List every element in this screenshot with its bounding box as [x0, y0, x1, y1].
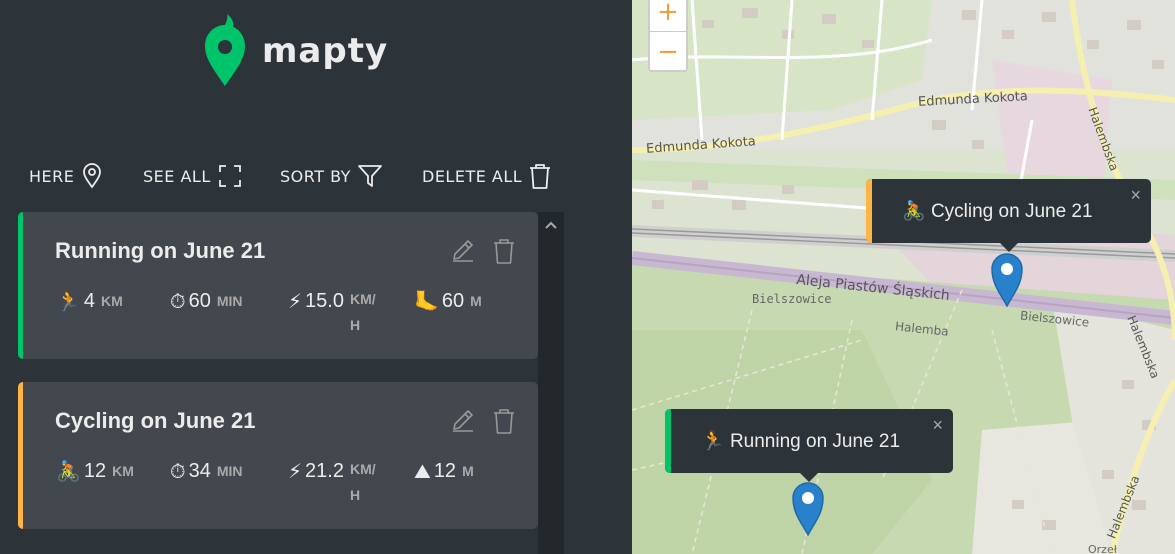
scroll-up-button[interactable]: [538, 212, 564, 238]
workout-controls: HERE SEE ALL SORT BY DELETE ALL: [29, 160, 552, 192]
running-accent-bar: [18, 212, 23, 359]
runner-icon: 🏃: [56, 289, 81, 313]
distance-unit: KM: [101, 293, 123, 309]
cyclist-icon: 🚴: [56, 459, 81, 483]
mountain-icon: ⛰: [414, 459, 431, 483]
zoom-in-button[interactable]: +: [650, 0, 686, 32]
sidebar: mapty HERE SEE ALL SORT BY DELETE ALL Ru…: [0, 0, 632, 554]
workout-card-running[interactable]: Running on June 21 🏃 4 KM ⏱ 60 MIN ⚡ 15.…: [18, 212, 538, 359]
logo: mapty: [204, 14, 388, 88]
close-icon[interactable]: ×: [932, 415, 943, 436]
lightning-icon: ⚡: [288, 459, 303, 483]
speed-value: 21.2: [305, 460, 344, 482]
workout-title: Running on June 21: [55, 238, 266, 263]
popup-tip: [998, 242, 1019, 252]
delete-all-label: DELETE ALL: [422, 166, 523, 186]
foot-icon: 🦶: [414, 289, 439, 313]
app-name: mapty: [262, 31, 389, 71]
distance-unit: KM: [112, 463, 134, 479]
zoom-out-button[interactable]: −: [650, 32, 686, 72]
speed-unit: KM/H: [349, 461, 376, 503]
duration-stat: ⏱ 34 MIN: [170, 456, 288, 508]
duration-value: 60: [188, 290, 211, 312]
elevation-unit: M: [462, 463, 474, 479]
workout-list-scrollbar[interactable]: [538, 212, 564, 554]
trash-icon: [494, 239, 514, 264]
speed-stat: ⚡ 15.0 KM/H: [288, 286, 414, 338]
fullscreen-icon: [218, 165, 241, 187]
popup-text: 🚴 Cycling on June 21: [902, 199, 1093, 223]
cyclist-icon: 🚴: [902, 201, 926, 222]
lightning-icon: ⚡: [288, 289, 303, 313]
map-marker-icon[interactable]: [791, 480, 825, 536]
delete-button[interactable]: [492, 407, 516, 435]
stopwatch-icon: ⏱: [170, 289, 186, 313]
card-actions: [450, 407, 516, 435]
map-marker-icon[interactable]: [990, 251, 1024, 307]
distance-value: 12: [83, 460, 107, 482]
workout-title: Cycling on June 21: [55, 408, 256, 433]
location-pin-logo-icon: [205, 14, 245, 86]
cadence-unit: M: [470, 293, 482, 309]
trash-icon: [494, 409, 514, 434]
popup-label: Running on June 21: [729, 431, 901, 452]
card-actions: [450, 237, 516, 265]
pencil-icon: [453, 240, 473, 262]
filter-icon: [358, 165, 382, 187]
elevation-stat: ⛰ 12 M: [414, 456, 474, 508]
speed-unit: KM/H: [349, 291, 376, 333]
map-label: Orzeł: [1088, 543, 1117, 554]
popup-accent-bar: [665, 409, 671, 473]
duration-stat: ⏱ 60 MIN: [170, 286, 288, 338]
elevation-value: 12: [433, 460, 457, 482]
distance-stat: 🏃 4 KM: [56, 286, 170, 338]
edit-button[interactable]: [450, 237, 476, 265]
workout-popup-cycling[interactable]: 🚴 Cycling on June 21 ×: [866, 179, 1151, 252]
workout-popup-running[interactable]: 🏃 Running on June 21 ×: [665, 409, 953, 482]
popup-tip: [799, 472, 819, 482]
popup-text: 🏃 Running on June 21: [701, 429, 900, 453]
map-label: Bielszowice: [752, 292, 832, 306]
sort-by-label: SORT BY: [280, 166, 351, 186]
distance-stat: 🚴 12 KM: [56, 456, 170, 508]
workout-stats: 🏃 4 KM ⏱ 60 MIN ⚡ 15.0 KM/H 🦶 60 M: [56, 286, 482, 338]
pencil-icon: [453, 410, 473, 432]
trash-icon: [530, 164, 551, 189]
popup-accent-bar: [866, 179, 872, 243]
delete-all-button[interactable]: DELETE ALL: [422, 162, 552, 190]
duration-unit: MIN: [216, 293, 243, 309]
zoom-control: + −: [648, 0, 688, 72]
delete-button[interactable]: [492, 237, 516, 265]
see-all-button[interactable]: SEE ALL: [143, 163, 280, 189]
close-icon[interactable]: ×: [1130, 185, 1141, 206]
duration-value: 34: [188, 460, 211, 482]
runner-icon: 🏃: [701, 431, 725, 452]
workout-list: Running on June 21 🏃 4 KM ⏱ 60 MIN ⚡ 15.…: [18, 212, 538, 552]
cadence-value: 60: [441, 290, 465, 312]
cycling-accent-bar: [18, 382, 23, 529]
here-button[interactable]: HERE: [29, 163, 143, 189]
workout-card-cycling[interactable]: Cycling on June 21 🚴 12 KM ⏱ 34 MIN ⚡ 21…: [18, 382, 538, 529]
workout-stats: 🚴 12 KM ⏱ 34 MIN ⚡ 21.2 KM/H ⛰ 12 M: [56, 456, 474, 508]
popup-label: Cycling on June 21: [930, 201, 1093, 222]
here-label: HERE: [29, 166, 75, 186]
map[interactable]: Edmunda Kokota Edmunda Kokota Halembska …: [632, 0, 1175, 554]
edit-button[interactable]: [450, 407, 476, 435]
see-all-label: SEE ALL: [143, 166, 211, 186]
speed-stat: ⚡ 21.2 KM/H: [288, 456, 414, 508]
distance-value: 4: [83, 290, 96, 312]
stopwatch-icon: ⏱: [170, 459, 186, 483]
sort-by-button[interactable]: SORT BY: [280, 163, 422, 189]
cadence-stat: 🦶 60 M: [414, 286, 482, 338]
duration-unit: MIN: [216, 463, 243, 479]
location-pin-icon: [83, 163, 102, 189]
chevron-up-icon: [545, 221, 557, 229]
speed-value: 15.0: [305, 290, 344, 312]
